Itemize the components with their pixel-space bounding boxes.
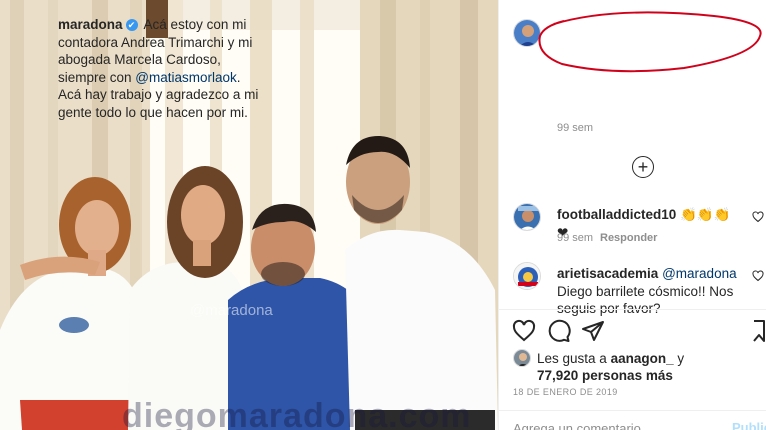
comment-box-divider — [498, 410, 766, 411]
comment-avatar-footballaddicted10[interactable] — [513, 203, 541, 231]
comment-avatar-arietisacademia[interactable] — [513, 262, 541, 290]
likes-count[interactable]: 77,920 — [537, 368, 578, 383]
comment-input[interactable] — [513, 420, 713, 430]
likes-connector: y — [673, 351, 685, 366]
reply-button[interactable]: Responder — [600, 232, 657, 244]
liker-avatar[interactable] — [513, 349, 531, 367]
likes-suffix[interactable]: personas más — [578, 368, 673, 383]
caption-mention[interactable]: @matiasmorlaok — [135, 70, 236, 85]
comment-like-heart-icon[interactable] — [752, 211, 764, 223]
caption-username[interactable]: maradona — [58, 17, 123, 32]
comment-mention[interactable]: @maradona — [662, 266, 737, 281]
comment-1-age: 99 sem — [557, 232, 594, 244]
comment-username[interactable]: arietisacademia — [557, 266, 658, 281]
caption-age: 99 sem — [557, 122, 594, 134]
verified-badge-icon: ✔ — [125, 19, 138, 31]
actions-divider — [498, 309, 766, 310]
annotation-circle — [538, 11, 762, 73]
likes-summary: Les gusta a aanagon_ y 77,920 personas m… — [537, 350, 684, 384]
photo-watermark: @maradona — [190, 302, 273, 319]
comment-text: Diego barrilete cósmico!! Nos seguis por… — [557, 283, 734, 317]
bookmark-icon[interactable] — [752, 319, 766, 343]
post-caption: maradona ✔ Acá estoy con mi contadora And… — [58, 16, 263, 121]
post-comment-button[interactable]: Publicar — [732, 420, 766, 430]
likes-prefix: Les gusta a — [537, 351, 611, 366]
comment-like-heart-icon[interactable] — [752, 270, 764, 282]
photo-bottom-watermark: diegomaradona.com — [122, 397, 472, 430]
heart-icon[interactable] — [512, 319, 536, 343]
comment-icon[interactable] — [547, 319, 571, 343]
comment-username[interactable]: footballaddicted10 — [557, 207, 676, 222]
likes-user[interactable]: aanagon_ — [611, 351, 674, 366]
share-icon[interactable] — [581, 319, 605, 343]
post-date: 18 DE ENERO DE 2019 — [513, 387, 618, 397]
add-comments-icon[interactable]: + — [632, 156, 654, 178]
